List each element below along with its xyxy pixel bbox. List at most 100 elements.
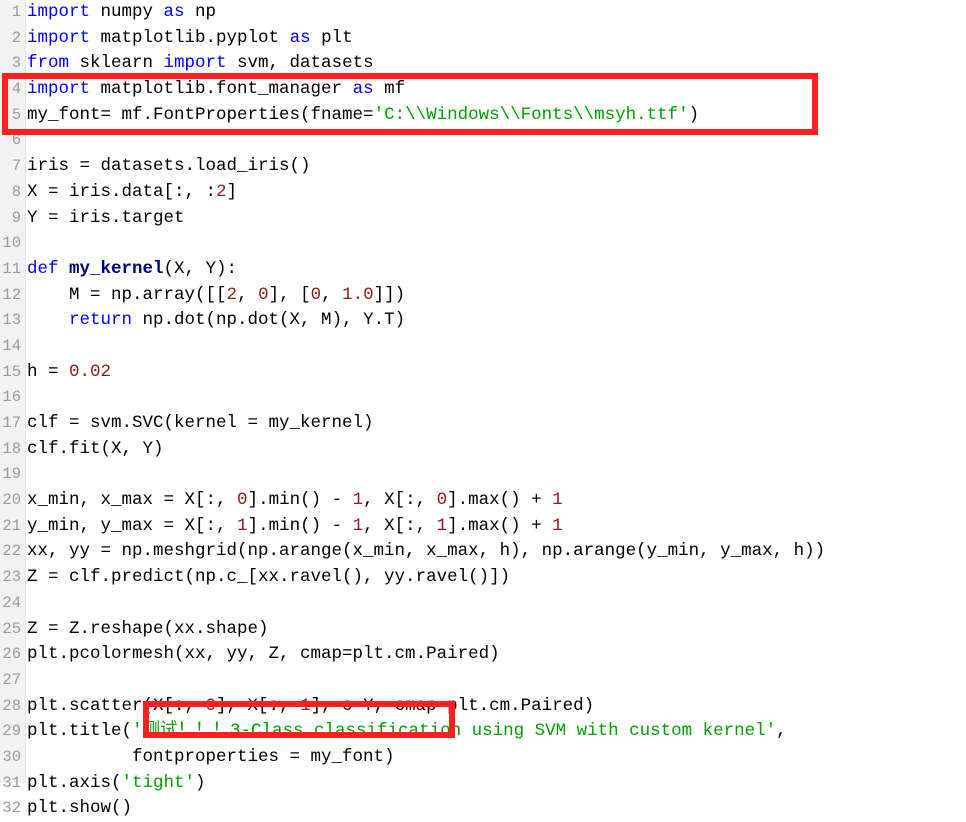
- line-number: 13: [2, 311, 21, 330]
- line-number: 24: [2, 593, 21, 612]
- code-line-text[interactable]: Z = clf.predict(np.c_[xx.ravel(), yy.rav…: [27, 565, 510, 591]
- code-token-kw: import: [27, 2, 91, 22]
- line-number: 4: [11, 80, 21, 99]
- code-line[interactable]: 21 y_min, y_max = X[:, 1].min() - 1, X[:,…: [0, 514, 966, 540]
- code-token-plain: , X[:,: [363, 515, 437, 536]
- code-line-text[interactable]: plt.axis('tight'): [27, 771, 206, 797]
- code-line[interactable]: 4 import matplotlib.font_manager as mf: [0, 77, 966, 103]
- line-number: 25: [2, 619, 21, 638]
- code-line[interactable]: 32 plt.show(): [0, 796, 966, 822]
- line-number: 21: [2, 516, 21, 535]
- code-line-text[interactable]: clf = svm.SVC(kernel = my_kernel): [27, 411, 374, 437]
- code-line[interactable]: 5 my_font= mf.FontProperties(fname='C:\\W…: [0, 103, 966, 129]
- line-number: 29: [2, 722, 21, 741]
- line-number: 10: [2, 234, 21, 253]
- code-token-plain: iris = datasets.load_iris(): [27, 156, 311, 177]
- code-token-plain: np: [184, 2, 217, 22]
- line-number: 6: [11, 131, 21, 150]
- code-line[interactable]: 25 Z = Z.reshape(xx.shape): [0, 617, 966, 643]
- code-token-plain: Y = iris.target: [27, 207, 185, 228]
- code-line[interactable]: 6: [0, 128, 966, 154]
- code-line[interactable]: 10: [0, 231, 966, 257]
- code-line[interactable]: 13 return np.dot(np.dot(X, M), Y.T): [0, 308, 966, 334]
- code-line[interactable]: 9 Y = iris.target: [0, 206, 966, 232]
- code-line[interactable]: 22 xx, yy = np.meshgrid(np.arange(x_min, …: [0, 539, 966, 565]
- line-number: 14: [2, 336, 21, 355]
- code-line-text[interactable]: import matplotlib.pyplot as plt: [27, 26, 353, 52]
- code-line[interactable]: 24: [0, 591, 966, 617]
- code-line[interactable]: 19: [0, 462, 966, 488]
- code-line-text[interactable]: M = np.array([[2, 0], [0, 1.0]]): [27, 283, 405, 309]
- code-line[interactable]: 15 h = 0.02: [0, 360, 966, 386]
- code-line-text[interactable]: fontproperties = my_font): [27, 745, 395, 771]
- code-line-text[interactable]: import numpy as np: [27, 0, 216, 26]
- code-token-plain: clf = svm.SVC(kernel = my_kernel): [27, 413, 374, 433]
- code-token-kw: def: [27, 258, 59, 279]
- code-line-text[interactable]: Y = iris.target: [27, 206, 185, 232]
- code-token-plain: plt: [310, 27, 353, 48]
- code-line-text[interactable]: my_font= mf.FontProperties(fname='C:\\Wi…: [27, 103, 699, 129]
- code-line[interactable]: 23 Z = clf.predict(np.c_[xx.ravel(), yy.r…: [0, 565, 966, 591]
- code-line[interactable]: 20 x_min, x_max = X[:, 0].min() - 1, X[:,…: [0, 488, 966, 514]
- code-line[interactable]: 30 fontproperties = my_font): [0, 745, 966, 771]
- code-line[interactable]: 27: [0, 668, 966, 694]
- code-line[interactable]: 3 from sklearn import svm, datasets: [0, 51, 966, 77]
- code-token-num: 0: [258, 284, 269, 305]
- code-content[interactable]: 1 import numpy as np 2 import matplotlib.py…: [0, 0, 966, 822]
- line-number: 27: [2, 670, 21, 689]
- code-line[interactable]: 28 plt.scatter(X[:, 0], X[:, 1], c=Y, cma…: [0, 694, 966, 720]
- code-token-num: 2: [226, 284, 238, 305]
- code-line[interactable]: 18 clf.fit(X, Y): [0, 437, 966, 463]
- code-line[interactable]: 2 import matplotlib.pyplot as plt: [0, 26, 966, 52]
- line-number: 11: [2, 259, 21, 278]
- code-line[interactable]: 7 iris = datasets.load_iris(): [0, 154, 966, 180]
- code-line[interactable]: 31 plt.axis('tight'): [0, 771, 966, 797]
- code-line-text[interactable]: x_min, x_max = X[:, 0].min() - 1, X[:, 0…: [27, 488, 563, 514]
- code-token-num: 2: [216, 181, 227, 202]
- code-token-plain: ): [688, 104, 700, 125]
- code-line[interactable]: 26 plt.pcolormesh(xx, yy, Z, cmap=plt.cm.…: [0, 642, 966, 668]
- code-token-plain: numpy: [90, 2, 164, 22]
- code-token-plain: matplotlib.font_manager: [90, 79, 353, 100]
- code-token-kw: import: [163, 53, 227, 74]
- code-token-plain: x_min, x_max = X[:,: [27, 490, 238, 511]
- code-line[interactable]: 17 clf = svm.SVC(kernel = my_kernel): [0, 411, 966, 437]
- code-line-text[interactable]: iris = datasets.load_iris(): [27, 154, 311, 180]
- code-token-plain: plt.pcolormesh(xx, yy, Z, cmap=plt.cm.Pa…: [27, 644, 500, 665]
- code-token-plain: y_min, y_max = X[:,: [27, 515, 238, 536]
- line-number: 20: [2, 491, 21, 510]
- code-token-num: 1: [552, 490, 563, 511]
- code-line-text[interactable]: clf.fit(X, Y): [27, 437, 164, 463]
- code-token-num: 1: [352, 490, 364, 511]
- code-line-text[interactable]: import matplotlib.font_manager as mf: [27, 77, 405, 103]
- code-line[interactable]: 8 X = iris.data[:, :2]: [0, 180, 966, 206]
- code-line-text[interactable]: X = iris.data[:, :2]: [27, 180, 237, 206]
- code-line[interactable]: 29 plt.title('测试！！！3-Class classification…: [0, 719, 966, 745]
- code-line-text[interactable]: def my_kernel(X, Y):: [27, 257, 237, 283]
- code-line-text[interactable]: from sklearn import svm, datasets: [27, 51, 374, 77]
- code-token-num: 1.0: [342, 284, 374, 305]
- code-line-text[interactable]: return np.dot(np.dot(X, M), Y.T): [27, 308, 405, 334]
- code-line[interactable]: 12 M = np.array([[2, 0], [0, 1.0]]): [0, 283, 966, 309]
- code-token-num: 0: [436, 490, 448, 511]
- code-line[interactable]: 14: [0, 334, 966, 360]
- code-token-kw: as: [163, 2, 185, 22]
- code-line[interactable]: 16: [0, 385, 966, 411]
- code-line-text[interactable]: xx, yy = np.meshgrid(np.arange(x_min, x_…: [27, 539, 825, 565]
- code-line[interactable]: 1 import numpy as np: [0, 0, 966, 26]
- code-token-plain: Z = Z.reshape(xx.shape): [27, 618, 269, 639]
- code-token-kw: import: [27, 27, 91, 48]
- code-token-plain: h =: [27, 361, 70, 382]
- code-line-text[interactable]: plt.pcolormesh(xx, yy, Z, cmap=plt.cm.Pa…: [27, 642, 500, 668]
- code-line[interactable]: 11 def my_kernel(X, Y):: [0, 257, 966, 283]
- code-line-text[interactable]: Z = Z.reshape(xx.shape): [27, 617, 269, 643]
- code-token-plain: ], X[:,: [216, 695, 301, 716]
- code-token-plain: fontproperties = my_font): [27, 746, 395, 767]
- code-line-text[interactable]: plt.scatter(X[:, 0], X[:, 1], c=Y, cmap=…: [27, 694, 594, 720]
- code-line-text[interactable]: h = 0.02: [27, 360, 111, 386]
- code-line-text[interactable]: plt.title('测试！！！3-Class classification u…: [27, 719, 787, 745]
- code-line-text[interactable]: y_min, y_max = X[:, 1].min() - 1, X[:, 1…: [27, 514, 563, 540]
- code-token-plain: ,: [321, 284, 343, 305]
- code-line-text[interactable]: plt.show(): [27, 796, 132, 822]
- line-number: 1: [11, 3, 21, 21]
